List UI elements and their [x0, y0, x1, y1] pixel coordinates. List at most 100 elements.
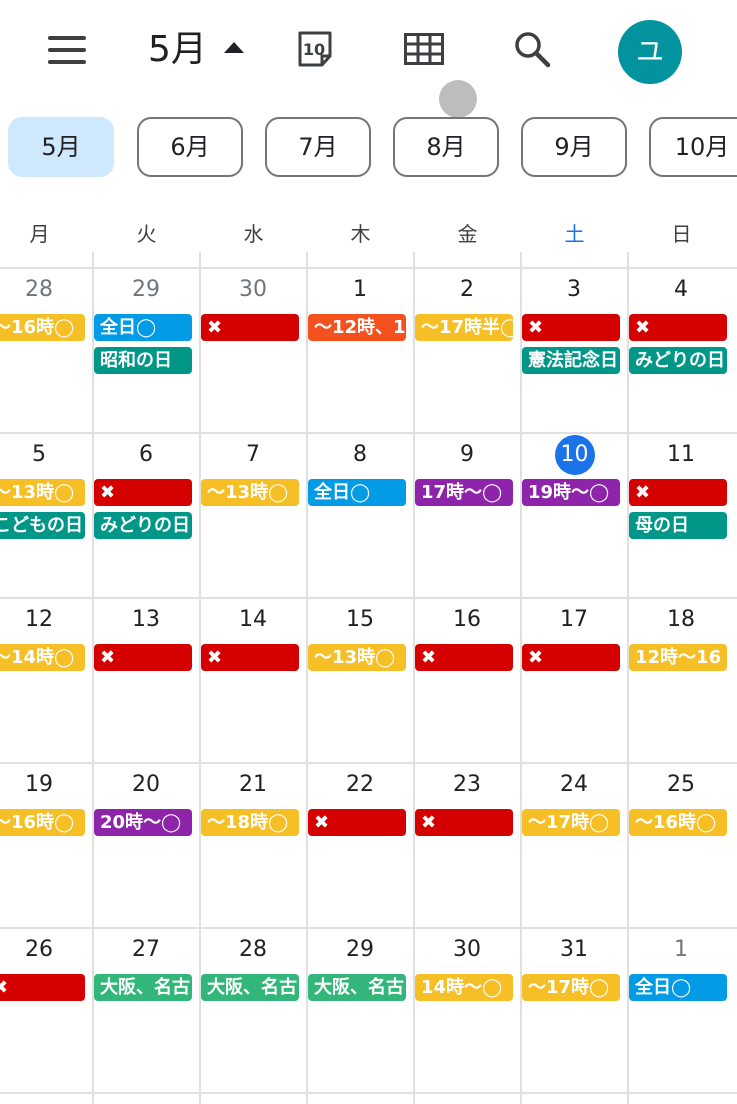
event-chip[interactable]: 〜17時◯: [522, 809, 620, 836]
event-chip[interactable]: 昭和の日: [94, 347, 192, 374]
search-icon[interactable]: [513, 30, 551, 68]
day-number[interactable]: 20: [93, 770, 199, 800]
event-chip[interactable]: 全日◯: [629, 974, 727, 1001]
month-chip[interactable]: 6月: [137, 117, 243, 177]
event-chip[interactable]: ✖: [522, 314, 620, 341]
day-number[interactable]: 14: [200, 605, 306, 635]
day-number[interactable]: 4: [628, 275, 734, 305]
event-chip[interactable]: 〜17時◯: [522, 974, 620, 1001]
event-chip[interactable]: ✖: [0, 974, 85, 1001]
day-number[interactable]: 7: [200, 440, 306, 470]
event-chip[interactable]: 12時〜16: [629, 644, 727, 671]
day-number[interactable]: 5: [0, 440, 92, 470]
app-header: 5月 10 ユ: [0, 0, 737, 100]
event-chip[interactable]: ✖: [415, 644, 513, 671]
month-chip-bar: 5月 6月 7月 8月 9月 10月: [0, 115, 737, 181]
menu-icon[interactable]: [48, 36, 86, 64]
event-chip[interactable]: ✖: [522, 644, 620, 671]
today-calendar-icon[interactable]: 10: [296, 30, 334, 68]
event-chip[interactable]: 〜13時◯: [0, 479, 85, 506]
day-number[interactable]: 16: [414, 605, 520, 635]
event-chip[interactable]: 大阪、名古: [201, 974, 299, 1001]
event-chip[interactable]: ✖: [94, 644, 192, 671]
day-number[interactable]: 1: [307, 275, 413, 305]
day-number[interactable]: 6: [93, 440, 199, 470]
event-chip[interactable]: 憲法記念日: [522, 347, 620, 374]
weekday-label: 日: [671, 222, 692, 246]
day-number[interactable]: 21: [200, 770, 306, 800]
event-chip[interactable]: 〜14時◯: [0, 644, 85, 671]
event-chip[interactable]: 〜16時◯: [0, 809, 85, 836]
event-chip[interactable]: 14時〜◯: [415, 974, 513, 1001]
view-grid-icon[interactable]: [404, 33, 444, 65]
weekday-label: 金: [457, 222, 478, 246]
day-number[interactable]: 28: [0, 275, 92, 305]
event-chip[interactable]: 19時〜◯: [522, 479, 620, 506]
event-chip[interactable]: 〜16時◯: [629, 809, 727, 836]
month-chip[interactable]: 8月: [393, 117, 499, 177]
day-number[interactable]: 30: [200, 275, 306, 305]
month-chip[interactable]: 10月: [649, 117, 737, 177]
day-number[interactable]: 27: [93, 935, 199, 965]
day-number[interactable]: 23: [414, 770, 520, 800]
event-chip[interactable]: 〜13時◯: [308, 644, 406, 671]
day-number[interactable]: 13: [93, 605, 199, 635]
day-number[interactable]: 29: [307, 935, 413, 965]
event-chip[interactable]: 母の日: [629, 512, 727, 539]
event-chip[interactable]: 大阪、名古: [94, 974, 192, 1001]
event-chip[interactable]: 17時〜◯: [415, 479, 513, 506]
day-number[interactable]: 12: [0, 605, 92, 635]
event-chip[interactable]: ✖: [629, 479, 727, 506]
day-number[interactable]: 29: [93, 275, 199, 305]
day-number[interactable]: 19: [0, 770, 92, 800]
event-chip[interactable]: 20時〜◯: [94, 809, 192, 836]
today-day-number[interactable]: 10: [554, 435, 595, 475]
day-number[interactable]: 3: [521, 275, 627, 305]
event-chip[interactable]: ✖: [94, 479, 192, 506]
event-chip[interactable]: 〜16時◯: [0, 314, 85, 341]
event-chip[interactable]: みどりの日: [94, 512, 192, 539]
day-number[interactable]: 1: [628, 935, 734, 965]
month-chip[interactable]: 5月: [8, 117, 114, 177]
caret-up-icon[interactable]: [224, 42, 244, 53]
day-number[interactable]: 9: [414, 440, 520, 470]
month-chip[interactable]: 9月: [521, 117, 627, 177]
event-chip[interactable]: ✖: [415, 809, 513, 836]
day-number[interactable]: 31: [521, 935, 627, 965]
day-number[interactable]: 30: [414, 935, 520, 965]
event-chip[interactable]: 〜13時◯: [201, 479, 299, 506]
event-chip[interactable]: みどりの日: [629, 347, 727, 374]
day-number[interactable]: 11: [628, 440, 734, 470]
day-number[interactable]: 24: [521, 770, 627, 800]
day-number[interactable]: 22: [307, 770, 413, 800]
event-chip[interactable]: こどもの日: [0, 512, 85, 539]
day-number[interactable]: 17: [521, 605, 627, 635]
day-number[interactable]: 18: [628, 605, 734, 635]
day-number[interactable]: 25: [628, 770, 734, 800]
grid-row-divider: [0, 1092, 737, 1094]
month-chip[interactable]: 7月: [265, 117, 371, 177]
weekday-label: 木: [350, 222, 371, 246]
event-chip[interactable]: ✖: [629, 314, 727, 341]
day-number[interactable]: 2: [414, 275, 520, 305]
month-title[interactable]: 5月: [148, 24, 207, 76]
event-chip[interactable]: 〜12時、1: [308, 314, 406, 341]
avatar[interactable]: ユ: [618, 20, 682, 84]
event-chip[interactable]: 全日◯: [308, 479, 406, 506]
weekday-label: 火: [136, 222, 157, 246]
event-chip[interactable]: 大阪、名古: [308, 974, 406, 1001]
drag-handle[interactable]: [439, 80, 477, 118]
event-chip[interactable]: 〜17時半◯: [415, 314, 513, 341]
day-number[interactable]: 15: [307, 605, 413, 635]
event-chip[interactable]: 全日◯: [94, 314, 192, 341]
event-chip[interactable]: ✖: [308, 809, 406, 836]
day-number[interactable]: 8: [307, 440, 413, 470]
event-chip[interactable]: 〜18時◯: [201, 809, 299, 836]
event-chip[interactable]: ✖: [201, 314, 299, 341]
event-chip[interactable]: ✖: [201, 644, 299, 671]
weekday-label: 月: [29, 222, 50, 246]
day-number[interactable]: 26: [0, 935, 92, 965]
today-icon-number: 10: [303, 40, 325, 59]
day-number[interactable]: 28: [200, 935, 306, 965]
weekday-label: 土: [564, 222, 585, 246]
